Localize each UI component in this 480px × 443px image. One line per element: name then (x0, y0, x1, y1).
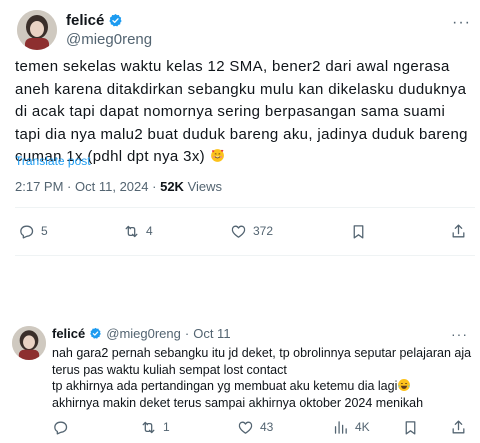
display-name[interactable]: felicé (66, 12, 104, 29)
repost-count: 4 (146, 224, 153, 238)
repost-button[interactable]: 4 (123, 223, 153, 240)
main-tweet: felicé @mieg0reng ··· temen sekelas wakt… (0, 0, 480, 280)
repost-count: 1 (163, 420, 170, 434)
share-button[interactable] (450, 223, 467, 240)
display-name[interactable]: felicé (52, 326, 85, 341)
more-icon[interactable]: ··· (452, 14, 471, 32)
tweet-date[interactable]: Oct 11, 2024 (75, 179, 148, 194)
reply-count: 5 (41, 224, 48, 238)
repost-icon (125, 225, 138, 237)
tweet-text-line: tp akhirnya ada pertandingan yg membuat … (52, 379, 398, 393)
repost-button[interactable]: 1 (140, 419, 170, 436)
bookmark-button[interactable] (350, 223, 367, 240)
like-count: 43 (260, 420, 274, 434)
face-with-tears-of-joy-icon (398, 379, 411, 391)
reply-button[interactable] (52, 419, 75, 436)
reply-header: felicé @mieg0reng · Oct 11 (52, 326, 231, 341)
reply-tweet[interactable]: felicé @mieg0reng · Oct 11 ··· nah gara2… (0, 318, 480, 443)
author-name-row[interactable]: felicé (66, 12, 123, 29)
avatar[interactable] (12, 326, 46, 360)
tweet-text-line-with-emoji: tp akhirnya ada pertandingan yg membuat … (52, 378, 472, 395)
like-icon (238, 421, 253, 434)
translate-post-link[interactable]: Translate post (15, 154, 91, 168)
bookmark-button[interactable] (402, 419, 419, 436)
meta-separator: · (67, 179, 72, 194)
author-handle[interactable]: @mieg0reng (66, 31, 152, 48)
avatar[interactable] (17, 10, 57, 50)
tweet-date[interactable]: Oct 11 (193, 326, 230, 341)
tweet-text-line: akhirnya makin deket terus sampai akhirn… (52, 395, 424, 410)
tweet-text-line: nah gara2 pernah sebangku itu jd deket, … (52, 346, 472, 360)
author-handle[interactable]: @mieg0reng (106, 326, 181, 341)
view-count: 4K (355, 420, 370, 434)
views-icon (334, 420, 347, 434)
more-icon[interactable]: ··· (451, 326, 468, 342)
share-icon (452, 223, 465, 237)
reply-icon (54, 421, 68, 435)
views-button[interactable]: 4K (332, 419, 370, 436)
smiling-face-with-hearts-icon (210, 149, 224, 162)
tweet-actions: 5 4 372 (18, 221, 468, 241)
tweet-text: nah gara2 pernah sebangku itu jd deket, … (52, 345, 472, 411)
like-icon (231, 225, 246, 238)
tweet-text-line: terus pas waktu kuliah sempat lost conta… (52, 362, 287, 377)
views-label: Views (187, 179, 223, 194)
like-count: 372 (253, 224, 274, 238)
bookmark-icon (405, 420, 416, 435)
divider (15, 255, 475, 256)
share-button[interactable] (450, 419, 467, 436)
like-button[interactable]: 43 (237, 419, 273, 436)
repost-icon (142, 421, 155, 433)
tweet-actions: 1 43 4K (52, 418, 472, 436)
verified-badge-icon (109, 13, 122, 27)
tweet-text-content: temen sekelas waktu kelas 12 SMA, bener2… (15, 58, 468, 165)
share-icon (452, 419, 465, 433)
tweet-time[interactable]: 2:17 PM (15, 179, 63, 194)
like-button[interactable]: 372 (230, 223, 273, 240)
tweet-text: temen sekelas waktu kelas 12 SMA, bener2… (15, 56, 475, 169)
view-count: 52K (160, 179, 184, 194)
header-separator: · (184, 326, 190, 341)
meta-separator: · (152, 179, 157, 194)
reply-button[interactable]: 5 (18, 223, 48, 240)
bookmark-icon (353, 224, 364, 239)
reply-icon (20, 225, 34, 239)
divider (15, 207, 475, 208)
tweet-meta: 2:17 PM · Oct 11, 2024 · 52K Views (15, 179, 222, 194)
verified-badge-icon (90, 327, 102, 339)
